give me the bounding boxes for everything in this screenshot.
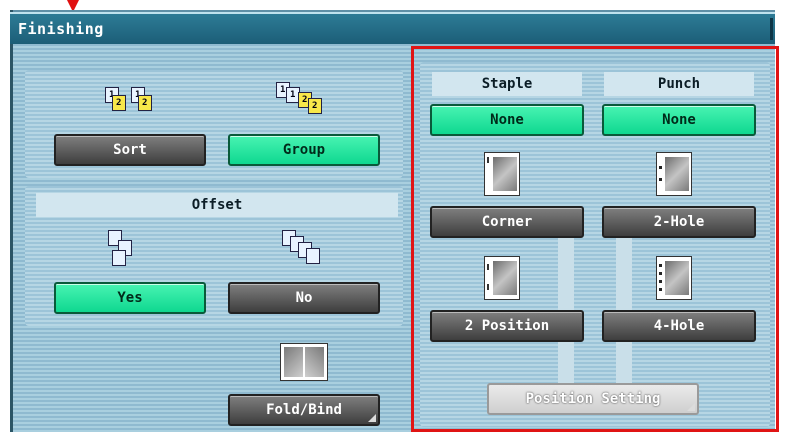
title-bar: Finishing [10, 12, 775, 44]
offset-yes-button[interactable]: Yes [54, 282, 206, 314]
title-bar-end [770, 18, 773, 40]
window-title: Finishing [18, 20, 104, 38]
highlight-box [411, 46, 779, 432]
group-icon: 1 1 2 2 [276, 82, 336, 116]
offset-header: Offset [36, 193, 398, 217]
fold-bind-icon [280, 343, 330, 383]
sort-icon: 1 2 1 2 [105, 87, 155, 113]
offset-no-icon [282, 230, 330, 270]
fold-bind-button[interactable]: Fold/Bind [228, 394, 380, 426]
sort-button[interactable]: Sort [54, 134, 206, 166]
group-button[interactable]: Group [228, 134, 380, 166]
offset-yes-icon [108, 230, 148, 270]
offset-no-button[interactable]: No [228, 282, 380, 314]
